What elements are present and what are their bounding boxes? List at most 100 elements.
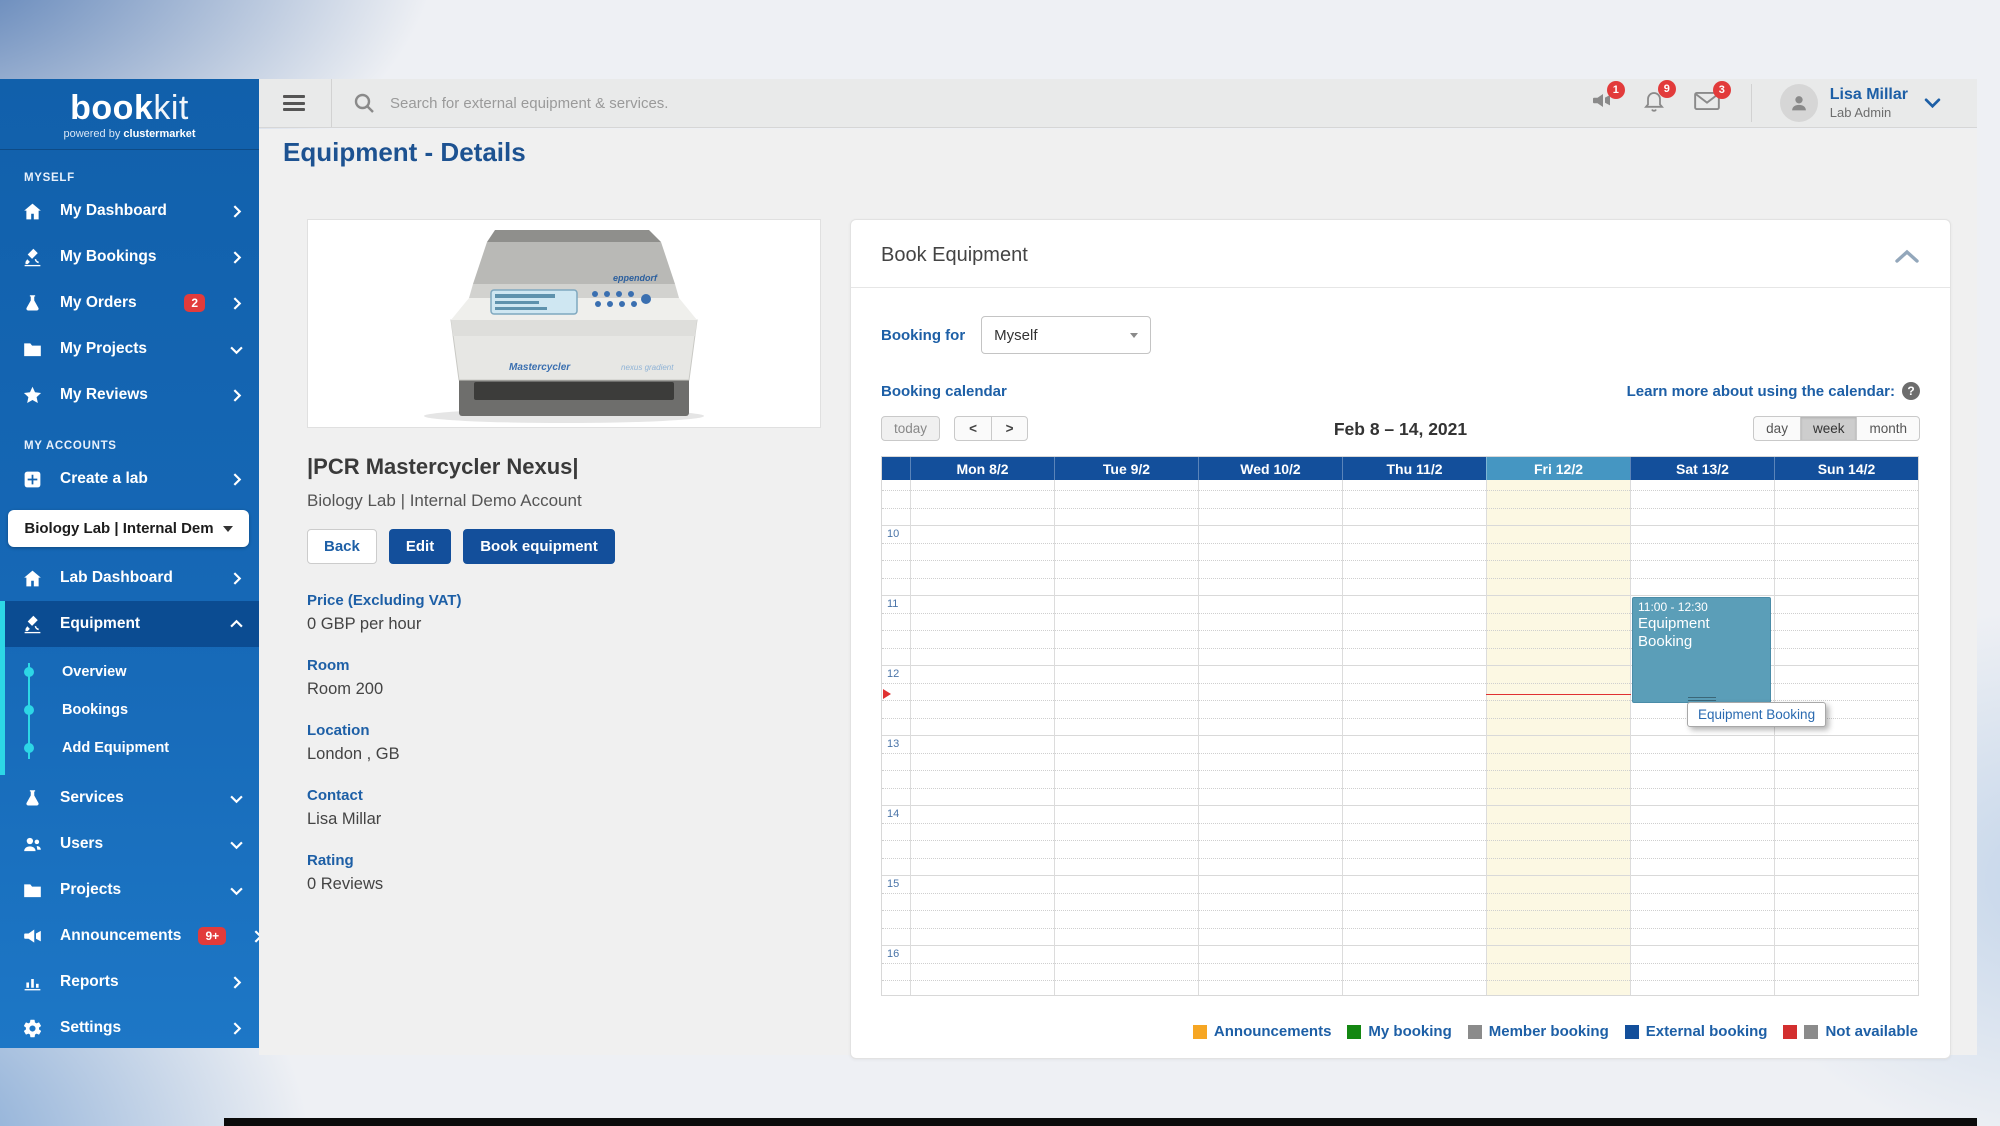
chevron-down-icon — [230, 884, 243, 897]
equipment-image: Mastercycler nexus gradient eppendorf — [307, 219, 821, 428]
chevron-right-icon — [230, 297, 243, 310]
notifications-button[interactable]: 9 — [1642, 88, 1666, 118]
time-label: 11 — [887, 598, 898, 610]
chevron-right-icon — [230, 205, 243, 218]
legend-item-announcements: Announcements — [1193, 1023, 1332, 1040]
time-gutter-header — [882, 457, 910, 480]
calendar-body[interactable]: 10 11 12 13 14 15 16 11:00 - 12:30 Equip… — [882, 480, 1918, 995]
learn-more-link[interactable]: Learn more about using the calendar: ? — [1627, 382, 1920, 400]
announcements-button[interactable]: 1 — [1589, 89, 1615, 118]
sidebar-item-my-reviews[interactable]: My Reviews — [0, 372, 259, 418]
sidebar-item-create-a-lab[interactable]: Create a lab — [0, 456, 259, 502]
chevron-up-icon — [230, 618, 243, 631]
calendar-header-row: Mon 8/2 Tue 9/2 Wed 10/2 Thu 11/2 Fri 12… — [882, 457, 1918, 480]
legend-swatch — [1804, 1025, 1818, 1039]
legend-swatch — [1783, 1025, 1797, 1039]
calendar-toolbar: today < > Feb 8 – 14, 2021 day week mont… — [881, 416, 1920, 446]
powered-by: powered by clustermarket — [0, 128, 259, 140]
equipment-submenu: Overview Bookings Add Equipment — [0, 647, 259, 775]
sidebar-item-users[interactable]: Users — [0, 821, 259, 867]
sidebar-item-services[interactable]: Services — [0, 775, 259, 821]
sidebar-item-reports[interactable]: Reports — [0, 959, 259, 1005]
caret-down-icon — [1130, 333, 1138, 338]
help-icon[interactable]: ? — [1902, 382, 1920, 400]
legend-swatch — [1468, 1025, 1482, 1039]
current-time-arrow — [883, 689, 891, 699]
field-location: Location London , GB — [307, 722, 821, 764]
view-switcher: day week month — [1753, 416, 1920, 441]
panel-header: Book Equipment — [851, 220, 1950, 288]
sidebar-subitem-add-equipment[interactable]: Add Equipment — [0, 729, 259, 767]
chevron-right-icon — [230, 572, 243, 585]
column-divider — [1054, 480, 1055, 995]
sidebar-item-my-bookings[interactable]: My Bookings — [0, 234, 259, 280]
field-rating: Rating 0 Reviews — [307, 852, 821, 894]
action-buttons: Back Edit Book equipment — [307, 529, 821, 564]
edit-button[interactable]: Edit — [389, 529, 451, 564]
sidebar-item-announcements[interactable]: Announcements 9+ — [0, 913, 259, 959]
legend-item-member-booking: Member booking — [1468, 1023, 1609, 1040]
sidebar-item-my-projects[interactable]: My Projects — [0, 326, 259, 372]
panel-title: Book Equipment — [881, 244, 1028, 267]
avatar — [1780, 84, 1818, 122]
hamburger-menu-icon[interactable] — [283, 95, 305, 111]
booking-for-select[interactable]: Myself — [981, 316, 1151, 354]
today-column-highlight — [1486, 480, 1630, 995]
user-menu[interactable]: Lisa Millar Lab Admin — [1780, 84, 1941, 122]
sidebar-subitem-overview[interactable]: Overview — [0, 653, 259, 691]
book-equipment-button[interactable]: Book equipment — [463, 529, 615, 564]
time-label: 14 — [887, 808, 899, 820]
folder-icon — [22, 880, 43, 901]
book-equipment-panel: Book Equipment Booking for Myself Bookin… — [850, 219, 1951, 1059]
sidebar-item-settings[interactable]: Settings — [0, 1005, 259, 1051]
chevron-right-icon — [230, 473, 243, 486]
app-logo: bookkit powered by clustermarket — [0, 79, 259, 150]
event-resize-handle[interactable] — [1688, 697, 1716, 701]
time-label: 13 — [887, 738, 899, 750]
sidebar-subitem-bookings[interactable]: Bookings — [0, 691, 259, 729]
event-title: Equipment Booking — [1638, 615, 1765, 651]
booking-calendar: Mon 8/2 Tue 9/2 Wed 10/2 Thu 11/2 Fri 12… — [881, 456, 1919, 996]
day-header-wed: Wed 10/2 — [1198, 457, 1342, 480]
time-label: 16 — [887, 948, 899, 960]
lab-switcher-dropdown[interactable]: Biology Lab | Internal Dem — [8, 510, 249, 547]
sidebar-item-my-orders[interactable]: My Orders 2 — [0, 280, 259, 326]
search-icon — [352, 91, 376, 115]
week-view-button[interactable]: week — [1800, 416, 1857, 441]
user-info: Lisa Millar Lab Admin — [1830, 86, 1908, 120]
sidebar-item-equipment[interactable]: Equipment — [0, 601, 259, 647]
day-header-sun: Sun 14/2 — [1774, 457, 1918, 480]
time-label: 12 — [887, 668, 899, 680]
day-header-mon: Mon 8/2 — [910, 457, 1054, 480]
field-contact: Contact Lisa Millar — [307, 787, 821, 829]
day-view-button[interactable]: day — [1753, 416, 1800, 441]
event-tooltip: Equipment Booking — [1687, 702, 1826, 727]
back-button[interactable]: Back — [307, 529, 377, 564]
legend-item-my-booking: My booking — [1347, 1023, 1451, 1040]
search-input[interactable] — [390, 95, 1010, 112]
chevron-right-icon — [230, 976, 243, 989]
divider — [1751, 84, 1752, 122]
megaphone-icon — [22, 926, 43, 947]
star-icon — [22, 385, 43, 406]
sidebar-item-projects[interactable]: Projects — [0, 867, 259, 913]
legend-swatch — [1347, 1025, 1361, 1039]
column-divider — [1486, 480, 1487, 995]
chevron-down-icon — [230, 838, 243, 851]
collapse-panel-icon[interactable] — [1894, 248, 1920, 264]
sidebar-item-my-dashboard[interactable]: My Dashboard — [0, 188, 259, 234]
sidebar-item-lab-dashboard[interactable]: Lab Dashboard — [0, 555, 259, 601]
booking-event[interactable]: 11:00 - 12:30 Equipment Booking — [1632, 597, 1771, 703]
booking-for-label: Booking for — [881, 327, 965, 344]
messages-button[interactable]: 3 — [1693, 89, 1721, 118]
equipment-organization: Biology Lab | Internal Demo Account — [307, 491, 821, 511]
chevron-right-icon — [230, 1022, 243, 1035]
calendar-legend: Announcements My booking Member booking … — [883, 1023, 1918, 1040]
column-divider — [1342, 480, 1343, 995]
chevron-down-icon — [230, 343, 243, 356]
plus-square-icon — [22, 469, 43, 490]
sidebar: bookkit powered by clustermarket MYSELF … — [0, 79, 259, 1048]
topbar-right: 1 9 3 Lisa Millar Lab Admin — [1562, 84, 1941, 122]
month-view-button[interactable]: month — [1856, 416, 1920, 441]
column-divider — [1774, 480, 1775, 995]
